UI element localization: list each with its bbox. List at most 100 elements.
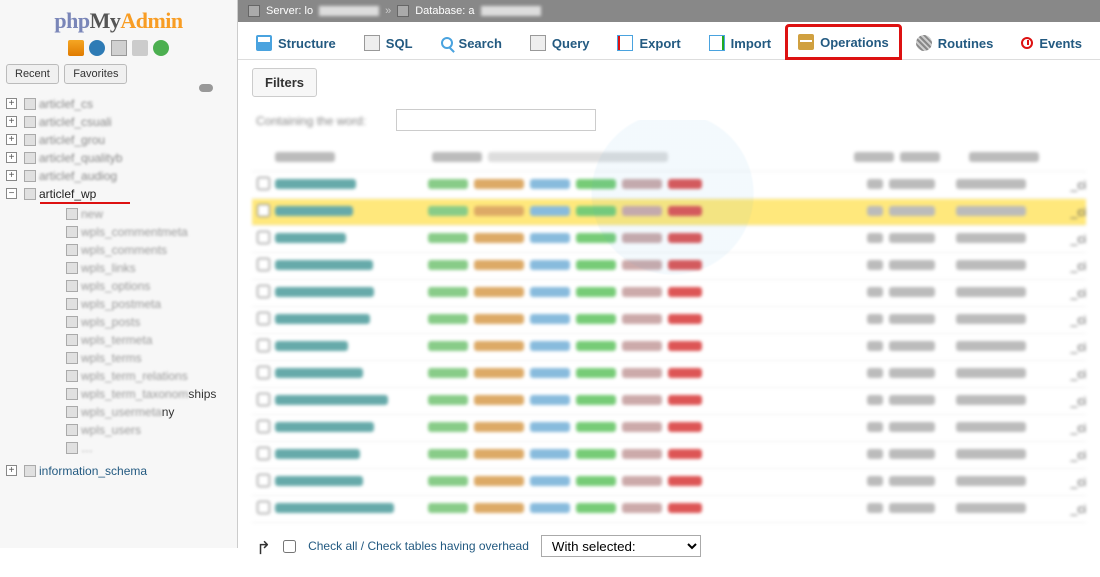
table-row[interactable]: _ci [252,253,1086,280]
db-item[interactable]: articlef_audiog [39,169,117,183]
db-item[interactable]: articlef_grou [39,133,105,147]
breadcrumb-database-value [481,6,541,16]
expand-icon[interactable]: + [6,116,17,127]
table-item[interactable]: wpls_postmeta [81,296,161,313]
table-row[interactable]: _ci [252,199,1086,226]
table-row[interactable]: _ci [252,415,1086,442]
db-item[interactable]: articlef_cs [39,97,93,111]
row-checkbox[interactable] [257,312,270,325]
db-item-selected[interactable]: articlef_wp [39,187,96,201]
table-row[interactable]: _ci [252,496,1086,523]
collation-suffix: _ci [1071,178,1086,192]
logout-icon[interactable] [89,40,105,56]
containing-word-label: Containing the word: [256,114,386,126]
main-panel: Server: lo » Database: a Structure SQL S… [238,0,1100,548]
table-row[interactable]: _ci [252,226,1086,253]
breadcrumb-server-value [319,6,379,16]
table-row[interactable]: _ci [252,469,1086,496]
table-row[interactable]: _ci [252,280,1086,307]
row-checkbox[interactable] [257,366,270,379]
red-underline [40,202,130,204]
home-icon[interactable] [68,40,84,56]
table-icon [66,406,78,418]
docs-icon[interactable] [111,40,127,56]
table-item[interactable]: wpls_users [81,422,141,439]
tab-export[interactable]: Export [604,26,693,59]
tab-label: Export [639,36,680,51]
table-item[interactable]: wpls_links [81,260,136,277]
row-checkbox[interactable] [257,339,270,352]
table-item-suffix: ships [188,386,216,403]
table-header-row [252,145,1086,172]
collation-suffix: _ci [1071,448,1086,462]
table-row[interactable]: _ci [252,361,1086,388]
favorites-tab[interactable]: Favorites [64,64,127,84]
expand-icon[interactable]: + [6,152,17,163]
table-item[interactable]: wpls_comments [81,242,167,259]
table-item[interactable]: wpls_options [81,278,150,295]
tab-import[interactable]: Import [696,26,784,59]
tab-events[interactable]: Events [1008,26,1095,59]
check-all-checkbox[interactable] [283,540,296,553]
tab-search[interactable]: Search [428,26,515,59]
row-checkbox[interactable] [257,420,270,433]
tab-operations[interactable]: Operations [785,24,902,60]
sql-icon [364,35,380,51]
db-item[interactable]: articlef_qualityb [39,151,122,165]
table-row[interactable]: _ci [252,388,1086,415]
table-item[interactable]: wpls_term_taxonom [81,386,188,403]
server-icon[interactable] [248,5,260,17]
table-icon [66,442,78,454]
with-selected-dropdown[interactable]: With selected: [541,535,701,557]
tab-sql[interactable]: SQL [351,26,426,59]
recent-tab[interactable]: Recent [6,64,59,84]
database-icon [24,152,36,164]
row-checkbox[interactable] [257,177,270,190]
check-all-link[interactable]: Check all / Check tables having overhead [308,539,529,553]
breadcrumb-database[interactable]: Database: a [415,0,474,22]
breadcrumb-server[interactable]: Server: lo [266,0,313,22]
row-checkbox[interactable] [257,285,270,298]
settings-icon[interactable] [132,40,148,56]
row-checkbox[interactable] [257,474,270,487]
table-item[interactable]: wpls_term_relations [81,368,188,385]
table-item[interactable]: wpls_terms [81,350,142,367]
database-icon [24,134,36,146]
row-checkbox[interactable] [257,501,270,514]
database-icon[interactable] [397,5,409,17]
expand-icon[interactable]: + [6,465,17,476]
table-row[interactable]: _ci [252,172,1086,199]
tab-query[interactable]: Query [517,26,603,59]
table-icon [66,370,78,382]
database-tree: + articlef_cs + articlef_csuali + articlef_… [0,86,237,485]
table-row[interactable]: _ci [252,334,1086,361]
table-item[interactable]: wpls_posts [81,314,140,331]
collapse-icon[interactable]: − [6,188,17,199]
table-item[interactable]: new [81,206,103,223]
row-checkbox[interactable] [257,393,270,406]
db-item[interactable]: articlef_csuali [39,115,112,129]
row-checkbox[interactable] [257,204,270,217]
row-checkbox[interactable] [257,447,270,460]
tab-routines[interactable]: Routines [903,26,1007,59]
row-checkbox[interactable] [257,258,270,271]
expand-icon[interactable]: + [6,134,17,145]
expand-icon[interactable]: + [6,98,17,109]
table-item[interactable]: wpls_commentmeta [81,224,188,241]
table-item[interactable]: … [81,440,93,457]
table-item-suffix: ny [162,404,175,421]
export-icon [617,35,633,51]
tab-structure[interactable]: Structure [243,26,349,59]
expand-icon[interactable]: + [6,170,17,181]
table-row[interactable]: _ci [252,442,1086,469]
table-item[interactable]: wpls_usermeta [81,404,162,421]
table-row[interactable]: _ci [252,307,1086,334]
nav-link-icon[interactable] [199,84,213,92]
db-item-information-schema[interactable]: information_schema [39,464,147,478]
phpmyadmin-logo[interactable]: phpMyAdmin [0,0,237,38]
containing-word-input[interactable] [396,109,596,131]
table-icon [66,262,78,274]
table-item[interactable]: wpls_termeta [81,332,152,349]
row-checkbox[interactable] [257,231,270,244]
reload-icon[interactable] [153,40,169,56]
